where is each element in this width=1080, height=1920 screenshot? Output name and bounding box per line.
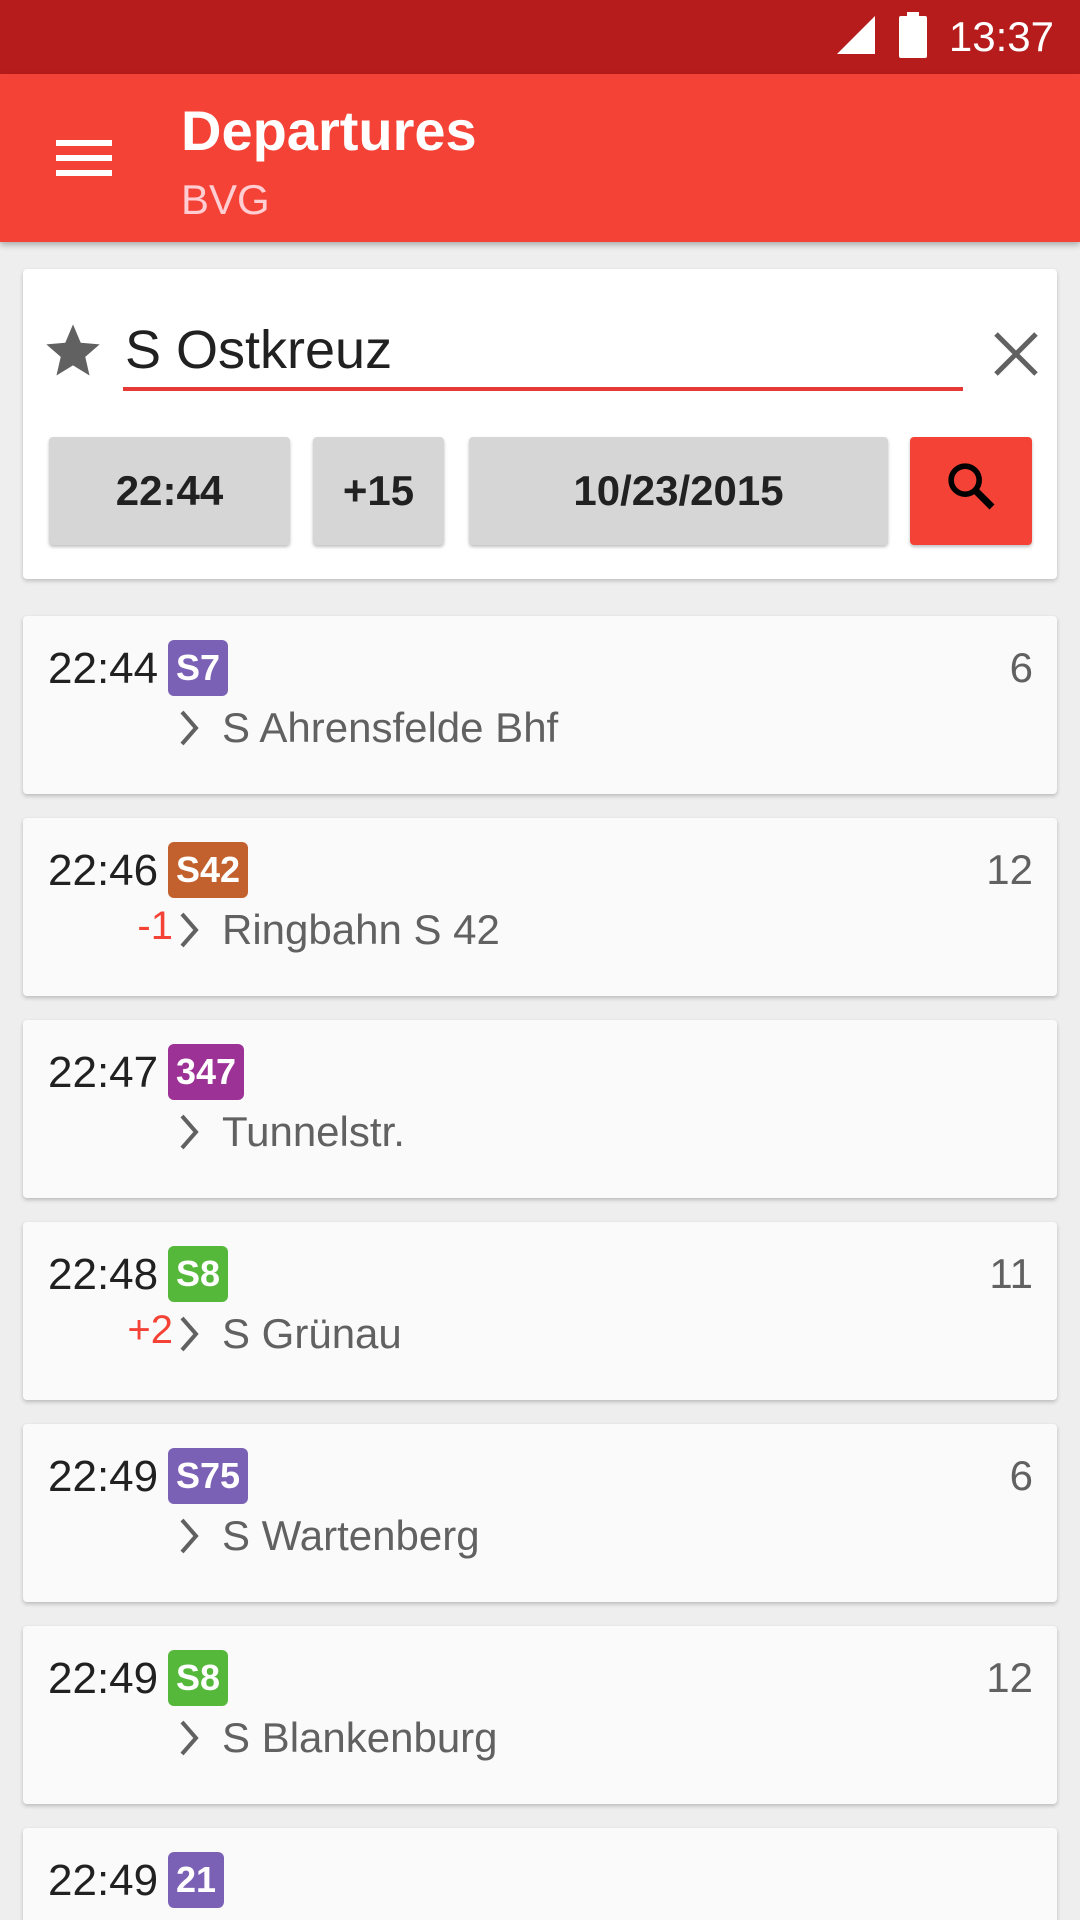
departure-delay: -1 — [137, 904, 173, 948]
menu-icon[interactable] — [44, 122, 124, 194]
battery-icon — [898, 11, 927, 63]
departure-time: 22:49 — [48, 1452, 159, 1501]
platform-number: 12 — [986, 846, 1033, 893]
departure-card[interactable]: 22:46 -1 S42 12 Ringbahn S 42 — [23, 818, 1057, 996]
search-icon — [943, 458, 999, 524]
date-button-label: 10/23/2015 — [573, 467, 784, 514]
status-bar: 13:37 — [0, 0, 1080, 74]
departure-card[interactable]: 22:49 21 — [23, 1828, 1057, 1920]
date-button[interactable]: 10/23/2015 — [469, 437, 888, 545]
destination-row: S Blankenburg — [178, 1714, 498, 1762]
destination-name: S Wartenberg — [222, 1512, 480, 1559]
page-title: Departures — [181, 99, 477, 162]
departure-time: 22:49 — [48, 1856, 159, 1905]
departure-time: 22:47 — [48, 1048, 159, 1097]
status-time: 13:37 — [948, 13, 1054, 60]
signal-icon — [835, 14, 877, 61]
departure-time: 22:48 — [48, 1250, 159, 1299]
chevron-right-icon — [178, 705, 208, 751]
time-button-label: 22:44 — [115, 467, 224, 514]
destination-row — [178, 1916, 222, 1920]
line-badge: S8 — [168, 1650, 229, 1706]
destination-name: S Blankenburg — [222, 1714, 498, 1761]
departure-time: 22:44 — [48, 644, 159, 693]
platform-number: 11 — [989, 1250, 1033, 1297]
close-icon[interactable] — [981, 319, 1051, 389]
departure-card[interactable]: 22:49 S75 6 S Wartenberg — [23, 1424, 1057, 1602]
destination-row: S Grünau — [178, 1310, 402, 1358]
line-badge: S75 — [168, 1448, 249, 1504]
chevron-right-icon — [178, 1311, 208, 1357]
platform-number: 6 — [1009, 1452, 1033, 1499]
destination-row: Ringbahn S 42 — [178, 906, 500, 954]
destination-row: Tunnelstr. — [178, 1108, 405, 1156]
chevron-right-icon — [178, 1513, 208, 1559]
line-badge: 21 — [168, 1852, 225, 1908]
offset-button-label: +15 — [342, 467, 415, 514]
app-toolbar: Departures BVG — [0, 74, 1080, 242]
chevron-right-icon — [178, 1916, 208, 1920]
search-card: 22:44 +15 10/23/2015 — [23, 269, 1057, 579]
chevron-right-icon — [178, 907, 208, 953]
destination-name: Tunnelstr. — [222, 1108, 405, 1155]
line-badge: S8 — [168, 1246, 229, 1302]
departure-delay: +2 — [127, 1308, 173, 1352]
destination-name: Ringbahn S 42 — [222, 906, 500, 953]
destination-name: S Ahrensfelde Bhf — [222, 704, 559, 751]
departure-card[interactable]: 22:47 347 Tunnelstr. — [23, 1020, 1057, 1198]
star-icon[interactable] — [41, 319, 111, 389]
chevron-right-icon — [178, 1715, 208, 1761]
line-badge: S42 — [168, 842, 249, 898]
departure-time: 22:49 — [48, 1654, 159, 1703]
departure-card[interactable]: 22:48 +2 S8 11 S Grünau — [23, 1222, 1057, 1400]
destination-row: S Ahrensfelde Bhf — [178, 704, 558, 752]
offset-button[interactable]: +15 — [313, 437, 444, 545]
platform-number: 12 — [986, 1654, 1033, 1701]
time-button[interactable]: 22:44 — [49, 437, 290, 545]
departure-time: 22:46 — [48, 846, 159, 895]
line-badge: S7 — [168, 640, 229, 696]
line-badge: 347 — [168, 1044, 245, 1100]
departure-card[interactable]: 22:49 S8 12 S Blankenburg — [23, 1626, 1057, 1804]
destination-row: S Wartenberg — [178, 1512, 480, 1560]
departure-card[interactable]: 22:44 S7 6 S Ahrensfelde Bhf — [23, 616, 1057, 794]
network-subtitle: BVG — [181, 176, 270, 223]
search-button[interactable] — [910, 437, 1032, 545]
destination-name: S Grünau — [222, 1310, 402, 1357]
platform-number: 6 — [1009, 644, 1033, 691]
chevron-right-icon — [178, 1109, 208, 1155]
station-input[interactable] — [123, 313, 963, 391]
